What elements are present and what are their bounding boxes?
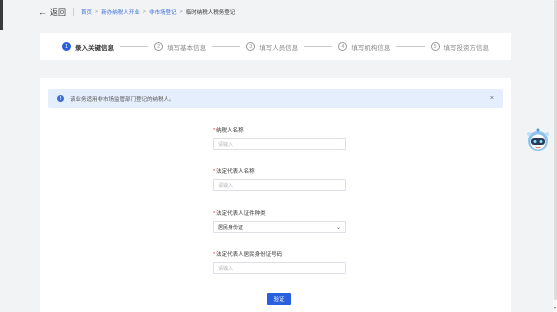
required-mark: * (213, 169, 216, 175)
field-label: *法定代表人证件种类 (213, 209, 346, 217)
breadcrumb-separator: > (179, 9, 183, 15)
taxpayer-name-input[interactable]: 请输入 (213, 138, 346, 150)
step-label: 填写基本信息 (167, 44, 207, 52)
step-connector (304, 46, 333, 47)
step-connector (212, 46, 241, 47)
form-card: ! 该业务适用非市场监管部门登记的纳税人。 × *纳税人名称 请输入 *法定代表… (40, 78, 511, 312)
step-personnel-info: 3 填写人员信息 (246, 42, 298, 52)
breadcrumb: 首页 > 新办纳税人开业 > 非市场登记 > 临时纳税人税务登记 (81, 8, 235, 16)
id-number-input[interactable]: 请输入 (213, 262, 346, 274)
arrow-left-icon: ← (38, 7, 47, 17)
alert-text: 该业务适用非市场监管部门登记的纳税人。 (70, 96, 175, 103)
required-mark: * (213, 252, 216, 258)
input-placeholder: 请输入 (218, 265, 234, 272)
field-label-text: 法定代表人名称 (216, 169, 255, 175)
close-icon[interactable]: × (490, 95, 494, 102)
top-bar: ← 返回 首页 > 新办纳税人开业 > 非市场登记 > 临时纳税人税务登记 (0, 0, 557, 24)
back-label: 返回 (50, 7, 66, 17)
taxpayer-name-field: *纳税人名称 请输入 (213, 126, 346, 150)
step-label: 填写机构信息 (351, 44, 391, 52)
field-label-text: 法定代表人居民身份证号码 (216, 252, 283, 258)
required-mark: * (213, 128, 216, 134)
field-label: *纳税人名称 (213, 126, 346, 134)
robot-assistant-icon[interactable] (526, 128, 550, 153)
legal-rep-name-input[interactable]: 请输入 (213, 179, 346, 191)
info-alert: ! 该业务适用非市场监管部门登记的纳税人。 × (48, 89, 503, 108)
step-label: 填写投资方信息 (443, 44, 490, 52)
step-label: 填写人员信息 (259, 44, 299, 52)
required-mark: * (213, 211, 216, 217)
vertical-scrollbar[interactable]: ▾ (553, 0, 557, 312)
step-number: 3 (246, 42, 256, 51)
step-number: 1 (62, 42, 71, 51)
select-value: 居民身份证 (218, 224, 244, 231)
step-basic-info: 2 填写基本信息 (154, 42, 206, 52)
step-label: 录入关键信息 (75, 44, 114, 52)
back-button[interactable]: ← 返回 (38, 7, 66, 18)
breadcrumb-separator: > (142, 9, 146, 15)
scroll-down-icon[interactable]: ▾ (553, 305, 557, 310)
id-type-select[interactable]: 居民身份证 ⌄ (213, 221, 346, 233)
breadcrumb-home[interactable]: 首页 (81, 8, 92, 16)
input-placeholder: 请输入 (218, 182, 234, 189)
field-label: *法定代表人名称 (213, 167, 346, 175)
legal-rep-name-field: *法定代表人名称 请输入 (213, 167, 346, 191)
verify-button[interactable]: 验证 (267, 293, 291, 305)
field-label-text: 法定代表人证件种类 (216, 211, 266, 217)
id-type-field: *法定代表人证件种类 居民身份证 ⌄ (213, 209, 346, 233)
breadcrumb-separator: > (95, 9, 99, 15)
breadcrumb-current: 临时纳税人税务登记 (185, 10, 236, 16)
breadcrumb-non-market[interactable]: 非市场登记 (149, 8, 177, 16)
step-connector (120, 46, 149, 47)
breadcrumb-new-taxpayer[interactable]: 新办纳税人开业 (101, 8, 140, 16)
chevron-down-icon: ⌄ (335, 224, 341, 231)
header-divider (73, 8, 74, 16)
step-connector (396, 46, 425, 47)
step-key-info: 1 录入关键信息 (62, 42, 114, 52)
progress-steps: 1 录入关键信息 2 填写基本信息 3 填写人员信息 4 填写机构信息 5 填写… (40, 33, 511, 60)
step-number: 2 (154, 42, 164, 51)
scrollbar-thumb[interactable] (553, 0, 557, 300)
step-investor-info: 5 填写投资方信息 (430, 42, 490, 52)
step-number: 4 (338, 42, 348, 51)
info-icon: ! (57, 95, 64, 102)
input-placeholder: 请输入 (218, 141, 234, 148)
field-label-text: 纳税人名称 (216, 128, 244, 134)
step-number: 5 (430, 42, 440, 51)
step-organization-info: 4 填写机构信息 (338, 42, 390, 52)
id-number-field: *法定代表人居民身份证号码 请输入 (213, 250, 346, 274)
field-label: *法定代表人居民身份证号码 (213, 250, 346, 258)
